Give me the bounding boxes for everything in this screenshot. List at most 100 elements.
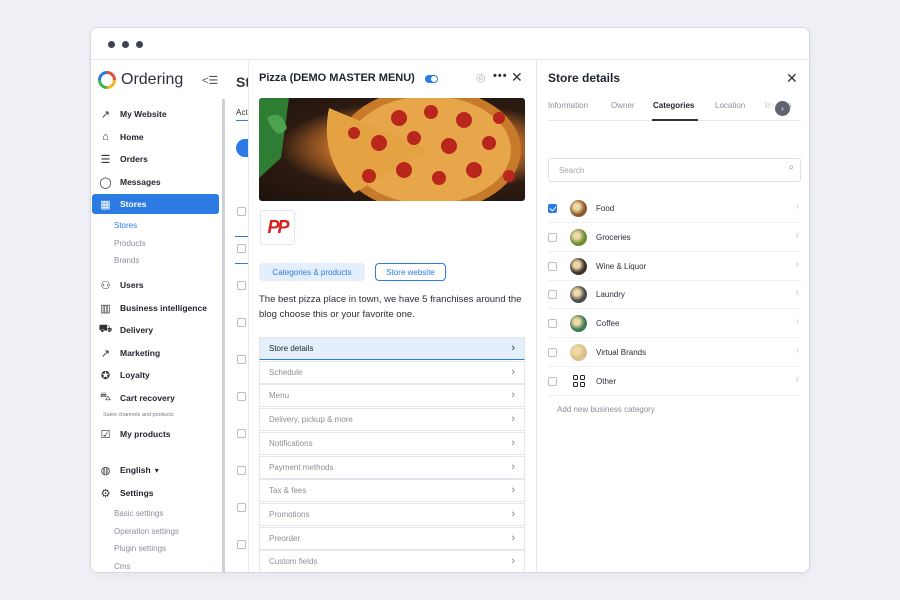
groceries-avatar-icon xyxy=(570,228,587,246)
coffee-avatar-icon xyxy=(570,315,587,333)
chevron-right-icon[interactable]: › xyxy=(775,101,790,116)
row-checkbox[interactable] xyxy=(237,540,246,549)
category-search-field[interactable]: Search ⌕ xyxy=(548,158,801,182)
category-row-other[interactable]: Other › xyxy=(548,367,801,396)
chevron-down-icon[interactable]: ▾ xyxy=(155,466,159,475)
sidebar-item-label: Orders xyxy=(120,154,148,164)
categories-products-button[interactable]: Categories & products xyxy=(259,263,365,281)
sidebar-item-my-website[interactable]: ↗ My Website xyxy=(92,104,219,124)
window-dot xyxy=(136,41,143,48)
row-checkbox[interactable] xyxy=(237,355,246,364)
chevron-right-icon: › xyxy=(511,460,515,473)
sidebar-item-marketing[interactable]: ↗ Marketing xyxy=(92,343,219,363)
row-checkbox[interactable] xyxy=(237,318,246,327)
sidebar-item-messages[interactable]: ◯ Messages xyxy=(92,172,219,192)
category-row-food[interactable]: Food › xyxy=(548,194,801,223)
row-checkbox[interactable] xyxy=(237,281,246,290)
tab-categories[interactable]: Categories xyxy=(653,101,694,110)
window-dot xyxy=(108,41,115,48)
menu-row-label: Payment methods xyxy=(269,462,334,472)
sidebar-subitem-stores[interactable]: Stores xyxy=(114,221,137,230)
chevron-right-icon: › xyxy=(795,229,799,241)
menu-row-tax-fees[interactable]: Tax & fees › xyxy=(259,479,525,503)
tab-information[interactable]: Information xyxy=(548,101,588,110)
menu-row-payment-methods[interactable]: Payment methods › xyxy=(259,455,525,479)
sidebar-item-delivery[interactable]: ⛟ Delivery xyxy=(92,320,219,340)
sidebar-item-my-products[interactable]: ☑ My products xyxy=(92,424,219,444)
settings-subitem-plugin-settings[interactable]: Plugin settings xyxy=(114,544,166,553)
category-checkbox[interactable] xyxy=(548,290,557,300)
store-header-image xyxy=(259,98,525,201)
settings-subitem-basic-settings[interactable]: Basic settings xyxy=(114,509,163,518)
search-icon[interactable]: ⌕ xyxy=(788,162,794,173)
category-checkbox[interactable] xyxy=(548,204,557,213)
chevron-right-icon: › xyxy=(511,507,515,520)
row-checkbox[interactable] xyxy=(237,207,246,216)
chevron-right-icon: › xyxy=(511,389,515,402)
sidebar-item-settings[interactable]: ⚙ Settings xyxy=(92,483,219,503)
store-title: Pizza (DEMO MASTER MENU) xyxy=(259,72,415,84)
chevron-right-icon: › xyxy=(511,484,515,497)
settings-subitem-operation-settings[interactable]: Operation settings xyxy=(114,527,179,536)
menu-row-promotions[interactable]: Promotions › xyxy=(259,502,525,526)
menu-row-notifications[interactable]: Notifications › xyxy=(259,431,525,455)
more-options-icon[interactable]: ••• xyxy=(493,70,508,82)
sidebar-item-loyalty[interactable]: ✪ Loyalty xyxy=(92,365,219,385)
menu-row-menu[interactable]: Menu › xyxy=(259,384,525,408)
sidebar-item-label: Users xyxy=(120,280,144,290)
category-checkbox[interactable] xyxy=(548,261,557,271)
menu-row-custom-fields[interactable]: Custom fields › xyxy=(259,550,525,572)
store-enabled-toggle[interactable] xyxy=(425,75,438,83)
settings-subitem-cms[interactable]: Cms xyxy=(114,562,130,571)
sidebar-subitem-products[interactable]: Products xyxy=(114,239,146,248)
category-checkbox[interactable] xyxy=(548,319,557,329)
sidebar-item-home[interactable]: ⌂ Home xyxy=(92,127,219,147)
category-row-coffee[interactable]: Coffee › xyxy=(548,309,801,339)
category-row-virtual-brands[interactable]: Virtual Brands › xyxy=(548,338,801,367)
store-icon: ▦ xyxy=(100,198,111,211)
category-label: Wine & Liquor xyxy=(596,261,647,271)
close-icon[interactable]: ✕ xyxy=(511,69,523,86)
section-caption: Sales channels and products xyxy=(103,412,174,418)
app-logo[interactable]: Ordering xyxy=(98,69,183,91)
row-checkbox[interactable] xyxy=(237,244,246,253)
store-website-button[interactable]: Store website xyxy=(375,263,446,281)
sidebar-item-orders[interactable]: ☰ Orders xyxy=(92,149,219,169)
tab-owner[interactable]: Owner xyxy=(611,101,635,110)
laundry-avatar-icon xyxy=(570,286,587,304)
store-details-title: Store details xyxy=(548,71,621,85)
collapse-sidebar-icon[interactable]: <☰ xyxy=(202,74,218,87)
sidebar-item-users[interactable]: ⚇ Users xyxy=(92,275,219,295)
category-checkbox[interactable] xyxy=(548,232,557,242)
sidebar-item-label: Home xyxy=(120,132,144,142)
row-checkbox[interactable] xyxy=(237,392,246,401)
add-business-category-link[interactable]: Add new business category xyxy=(557,405,655,414)
row-checkbox[interactable] xyxy=(237,429,246,438)
row-checkbox[interactable] xyxy=(237,466,246,475)
chevron-right-icon: › xyxy=(511,365,515,378)
category-row-wine-liquor[interactable]: Wine & Liquor › xyxy=(548,252,801,281)
menu-row-delivery-pickup-more[interactable]: Delivery, pickup & more › xyxy=(259,408,525,432)
category-checkbox[interactable] xyxy=(548,376,557,386)
close-details-icon[interactable]: ✕ xyxy=(786,70,798,87)
category-row-laundry[interactable]: Laundry › xyxy=(548,280,801,310)
category-label: Groceries xyxy=(596,232,631,242)
category-row-groceries[interactable]: Groceries › xyxy=(548,223,801,252)
category-label: Food xyxy=(596,204,615,213)
sidebar-item-english[interactable]: ◍ English ▾ xyxy=(92,460,219,480)
sidebar-item-cart-recovery[interactable]: ⛍ Cart recovery xyxy=(92,388,219,408)
tab-active-stores[interactable]: Act xyxy=(236,108,248,117)
globe-icon[interactable]: ◎ xyxy=(476,71,486,84)
menu-row-preorder[interactable]: Preorder › xyxy=(259,526,525,550)
sidebar-item-label: English xyxy=(120,465,151,475)
tab-location[interactable]: Location xyxy=(715,101,745,110)
sidebar-subitem-brands[interactable]: Brands xyxy=(114,256,139,265)
category-checkbox[interactable] xyxy=(548,348,557,357)
row-checkbox[interactable] xyxy=(237,503,246,512)
menu-row-store-details[interactable]: Store details › xyxy=(259,337,525,360)
sidebar-item-business-intelligence[interactable]: ▥ Business intelligence xyxy=(92,298,219,318)
menu-row-schedule[interactable]: Schedule › xyxy=(259,360,525,384)
menu-row-label: Preorder xyxy=(269,533,301,543)
clipboard-check-icon: ☑ xyxy=(100,428,111,441)
sidebar-item-stores[interactable]: ▦ Stores xyxy=(92,194,219,214)
